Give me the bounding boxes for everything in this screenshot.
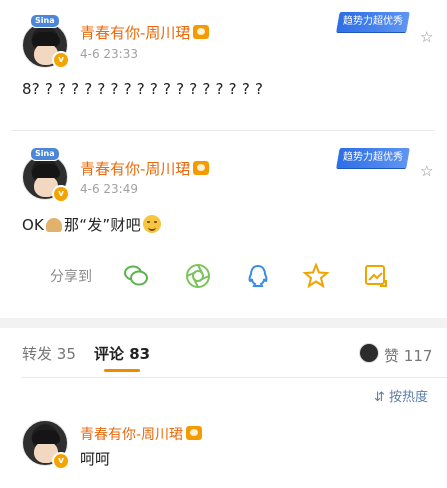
more-menu-chevron-icon[interactable]: ☆ [420,28,433,46]
verified-icon: v [52,51,70,69]
comment-text: 呵呵 [80,450,111,468]
trend-tag[interactable]: 趋势力超优秀 [336,12,410,32]
smile-emoji-icon [142,215,161,233]
divider [22,377,447,378]
like-count[interactable]: 赞 117 [384,345,432,366]
post-timestamp: 4-6 23:33 [80,47,138,61]
avatar-badge: Sina [30,147,60,161]
verified-icon: v [52,185,70,203]
image-share-icon[interactable] [362,262,390,290]
member-crown-icon [186,426,203,440]
sort-button[interactable]: ⇵ 按热度 [374,386,428,405]
qq-icon[interactable] [244,262,272,290]
wechat-icon[interactable] [122,262,150,290]
post-content: OK 那“发”财吧 [22,214,161,235]
avatar-badge: Sina [30,14,60,28]
more-menu-chevron-icon[interactable]: ☆ [420,162,433,180]
sort-label: 按热度 [389,390,429,405]
share-label: 分享到 [50,269,92,285]
comment-author[interactable]: 青春有你-周川珺 [80,424,203,444]
tab-comments[interactable]: 评论 83 [94,343,150,364]
active-tab-underline [104,369,140,372]
liker-avatar[interactable] [359,343,379,363]
pray-hands-icon [46,218,63,232]
moments-icon[interactable] [184,262,212,290]
tab-repost[interactable]: 转发 35 [22,343,76,364]
section-divider [0,318,447,328]
favorites-icon[interactable] [302,262,330,290]
member-crown-icon [193,161,210,175]
author-name[interactable]: 青春有你-周川珺 [80,158,210,179]
member-crown-icon [193,25,210,39]
post-content: 8? ? ? ? ? ? ? ? ? ? ? ? ? ? ? ? ? ? [22,80,264,98]
divider [12,130,435,131]
trend-tag[interactable]: 趋势力超优秀 [336,148,410,168]
author-name[interactable]: 青春有你-周川珺 [80,22,210,43]
sort-icon: ⇵ [374,390,385,405]
verified-icon: v [52,452,70,470]
post-timestamp: 4-6 23:49 [80,182,138,196]
